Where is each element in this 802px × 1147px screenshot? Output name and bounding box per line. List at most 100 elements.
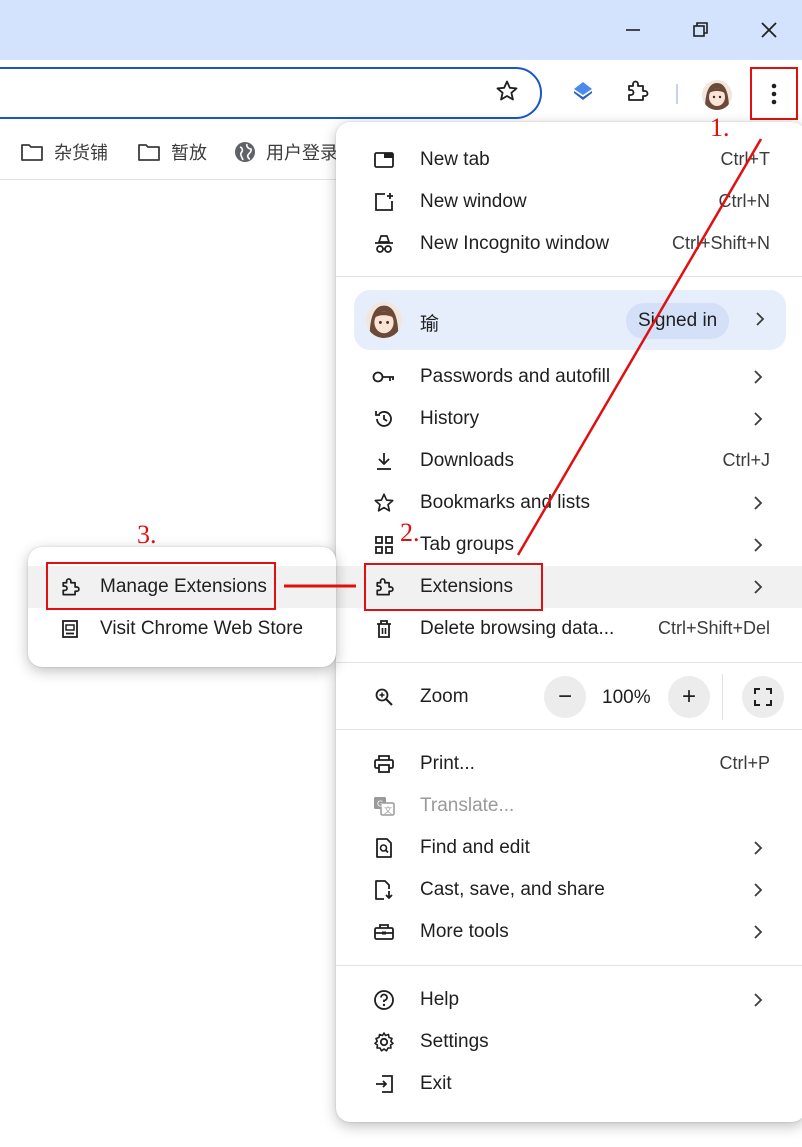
gemini-diamond-icon: [574, 82, 592, 100]
profile-name: 瑜: [420, 313, 440, 335]
restore-button[interactable]: [678, 10, 724, 50]
key-icon: [372, 365, 396, 389]
annotation-box-extensions: [364, 563, 543, 611]
restore-icon: [693, 22, 708, 37]
menu-item-new-tab[interactable]: New tab Ctrl+T: [336, 139, 802, 181]
chevron-right-icon: [754, 841, 763, 855]
menu-item-more-tools[interactable]: More tools: [336, 911, 802, 953]
menu-item-label: Settings: [420, 1031, 489, 1052]
menu-divider: [336, 276, 802, 277]
menu-item-translate[interactable]: G文 Translate...: [336, 785, 802, 827]
menu-item-label: Find and edit: [420, 837, 530, 858]
menu-item-label: Help: [420, 989, 460, 1010]
folder-icon: [138, 144, 160, 161]
shortcut: Ctrl+T: [720, 149, 771, 169]
avatar-image: [702, 80, 732, 110]
signed-in-badge: Signed in: [626, 303, 730, 339]
find-document-icon: [372, 836, 396, 860]
profile-row[interactable]: 瑜 Signed in: [354, 290, 786, 350]
minimize-button[interactable]: [610, 10, 656, 50]
trash-icon: [372, 617, 396, 641]
zoom-level: 100%: [602, 687, 651, 708]
menu-item-print[interactable]: Print... Ctrl+P: [336, 743, 802, 785]
shortcut: Ctrl+P: [719, 753, 770, 773]
annotation-step-3: 3.: [137, 520, 157, 549]
shortcut: Ctrl+J: [722, 450, 770, 470]
avatar: [366, 302, 402, 338]
chevron-right-icon: [754, 496, 763, 510]
download-icon: [372, 449, 396, 473]
menu-item-label: More tools: [420, 921, 509, 942]
bookmark-label: 暂放: [171, 143, 207, 163]
globe-icon: [235, 142, 255, 162]
incognito-icon: [372, 232, 396, 256]
menu-item-new-window[interactable]: New window Ctrl+N: [336, 181, 802, 223]
chevron-right-icon: [756, 312, 765, 326]
menu-item-delete-browsing-data[interactable]: Delete browsing data... Ctrl+Shift+Del: [336, 608, 802, 650]
annotation-box-manage-extensions: [46, 562, 276, 610]
chevron-right-icon: [754, 538, 763, 552]
zoom-separator: [722, 674, 723, 720]
svg-text:文: 文: [384, 805, 392, 815]
menu-item-find-edit[interactable]: Find and edit: [336, 827, 802, 869]
chevron-right-icon: [754, 993, 763, 1007]
chrome-menu-button[interactable]: [750, 67, 798, 120]
chevron-right-icon: [754, 925, 763, 939]
menu-item-label: New window: [420, 191, 527, 212]
menu-item-exit[interactable]: Exit: [336, 1063, 802, 1105]
submenu-item-visit-web-store[interactable]: Visit Chrome Web Store: [28, 608, 336, 650]
menu-item-passwords[interactable]: Passwords and autofill: [336, 356, 802, 398]
bookmark-folder-2[interactable]: 暂放: [137, 138, 207, 166]
menu-item-label: Downloads: [420, 450, 514, 471]
bookmark-folder-1[interactable]: 杂货铺: [20, 138, 108, 166]
zoom-out-button[interactable]: −: [544, 676, 586, 718]
translate-icon: G文: [372, 794, 396, 818]
menu-item-label: Cast, save, and share: [420, 879, 605, 900]
menu-item-help[interactable]: Help: [336, 979, 802, 1021]
star-icon: [372, 491, 396, 515]
gear-icon: [372, 1030, 396, 1054]
menu-item-label: Exit: [420, 1073, 452, 1094]
menu-item-label: Print...: [420, 753, 475, 774]
zoom-in-button[interactable]: +: [668, 676, 710, 718]
bookmark-label: 杂货铺: [54, 143, 108, 163]
zoom-label: Zoom: [420, 686, 469, 707]
menu-item-label: History: [420, 408, 480, 429]
close-window-button[interactable]: [746, 10, 792, 50]
star-icon: [496, 80, 518, 101]
tab-groups-icon: [372, 533, 396, 557]
extension-pin-button[interactable]: [568, 76, 598, 106]
bookmark-star-button[interactable]: [492, 76, 522, 106]
profile-avatar-button[interactable]: [702, 80, 732, 110]
plus-icon: +: [681, 683, 696, 710]
folder-icon: [21, 144, 43, 161]
chevron-right-icon: [754, 883, 763, 897]
address-bar[interactable]: [0, 67, 542, 119]
bookmark-link-1[interactable]: 用户登录: [234, 138, 338, 166]
help-icon: [372, 988, 396, 1012]
menu-item-settings[interactable]: Settings: [336, 1021, 802, 1063]
three-dots-icon: [771, 83, 777, 104]
exit-icon: [372, 1072, 396, 1096]
svg-text:G: G: [377, 800, 383, 809]
chevron-right-icon: [754, 412, 763, 426]
save-document-icon: [372, 878, 396, 902]
title-bar: [0, 0, 802, 60]
menu-item-downloads[interactable]: Downloads Ctrl+J: [336, 440, 802, 482]
minimize-icon: [626, 29, 640, 31]
menu-item-new-incognito[interactable]: New Incognito window Ctrl+Shift+N: [336, 223, 802, 265]
menu-divider: [336, 965, 802, 966]
zoom-label-row: Zoom: [336, 676, 516, 718]
zoom-row: Zoom − 100% +: [336, 674, 802, 720]
bookmark-label: 用户登录: [266, 143, 338, 163]
zoom-icon: [372, 685, 396, 709]
shortcut: Ctrl+Shift+N: [671, 233, 770, 253]
extensions-toolbar-button[interactable]: [622, 76, 652, 106]
menu-item-history[interactable]: History: [336, 398, 802, 440]
menu-item-cast-save-share[interactable]: Cast, save, and share: [336, 869, 802, 911]
fullscreen-button[interactable]: [742, 676, 784, 718]
fullscreen-icon: [754, 688, 772, 706]
printer-icon: [372, 752, 396, 776]
menu-divider: [336, 662, 802, 663]
toolbar-separator: [676, 84, 678, 104]
